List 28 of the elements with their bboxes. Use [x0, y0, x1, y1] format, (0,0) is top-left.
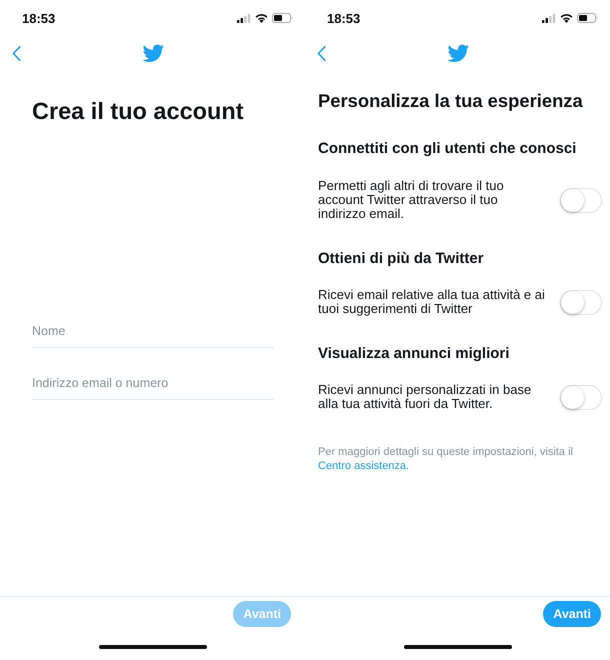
- bird-icon: [446, 44, 468, 62]
- input-field[interactable]: Nome: [32, 314, 274, 348]
- wifi-icon: [255, 13, 268, 23]
- input-field[interactable]: Indirizzo email o numero: [32, 366, 274, 400]
- next-button[interactable]: Avanti: [543, 601, 601, 627]
- wifi-icon: [560, 13, 573, 23]
- status-time: 18:53: [22, 10, 56, 26]
- back-icon[interactable]: [12, 46, 21, 61]
- toggle-switch[interactable]: [560, 384, 602, 410]
- battery-icon: [272, 13, 293, 23]
- footnote-text: Per maggiori dettagli su queste impostazioni, visita il Centro assistenza.: [318, 445, 574, 473]
- section-heading: Ottieni di più da Twitter: [318, 250, 485, 268]
- toggle-switch[interactable]: [560, 290, 602, 314]
- section-description: Ricevi annunci personalizzati in base alla tua attività fuori da Twitter.: [318, 383, 532, 411]
- signal-icon: [542, 14, 556, 22]
- page-title: Crea il tuo account: [32, 97, 245, 125]
- bird-icon: [142, 44, 164, 62]
- help-center-link[interactable]: Centro assistenza.: [318, 460, 410, 472]
- section-heading: Visualizza annunci migliori: [318, 345, 510, 363]
- status-time: 18:53: [327, 10, 360, 26]
- section-description: Ricevi email relative alla tua attività e ai tuoi suggerimenti di Twitter: [318, 288, 546, 316]
- page-title: Personalizza la tua esperienza: [318, 90, 584, 112]
- signal-icon: [237, 14, 251, 22]
- section-description: Permetti agli altri di trovare il tuo account Twitter attraverso il tuo indirizzo email.: [318, 179, 505, 221]
- toggle-switch[interactable]: [560, 188, 602, 212]
- back-icon[interactable]: [317, 46, 326, 61]
- section-heading: Connettiti con gli utenti che conosci: [318, 140, 578, 158]
- battery-icon: [577, 13, 598, 23]
